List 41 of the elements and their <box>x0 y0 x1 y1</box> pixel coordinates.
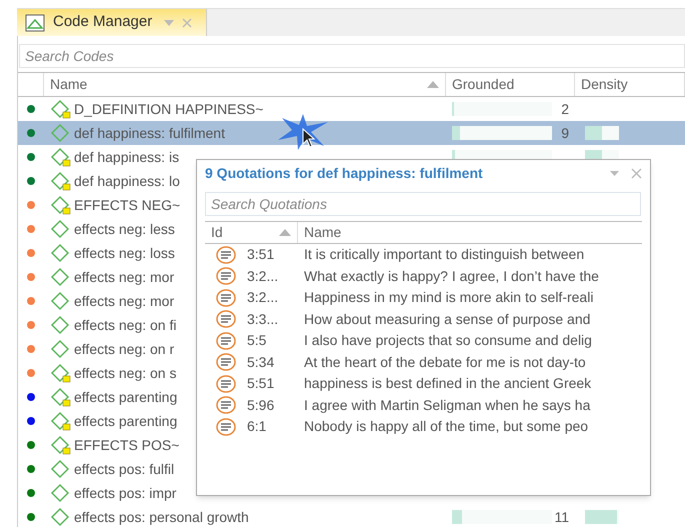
code-name: D_DEFINITION HAPPINESS~ <box>74 100 264 119</box>
quotation-id: 3:51 <box>247 245 276 264</box>
quotation-id: 3:2... <box>247 266 280 286</box>
code-name: EFFECTS POS~ <box>74 436 180 454</box>
code-name: effects neg: mor <box>74 292 174 311</box>
code-name: effects neg: on s <box>74 364 176 383</box>
code-name: effects pos: impr <box>74 484 176 503</box>
quotation-text: How about measuring a sense of purpose and <box>304 310 590 329</box>
quotation-text: Happiness in my mind is more akin to self-reali <box>304 288 594 308</box>
quotation-text: It is critically important to distinguish between <box>304 245 584 264</box>
grounded-count: 2 <box>561 100 569 118</box>
code-name: effects neg: less <box>74 220 175 239</box>
code-name: effects parenting <box>74 388 178 407</box>
quotation-id: 5:34 <box>247 352 276 372</box>
tab-title: Code Manager <box>53 12 152 32</box>
code-name: effects neg: on r <box>74 340 174 359</box>
code-name: def happiness: lo <box>74 172 180 191</box>
quotation-id: 6:1 <box>247 417 268 436</box>
popup-title: 9 Quotations for def happiness: fulfilment <box>205 164 483 183</box>
code-name: EFFECTS NEG~ <box>74 196 180 214</box>
quotation-id: 5:96 <box>247 396 276 415</box>
grounded-count: 11 <box>554 508 569 526</box>
quotation-id: 3:3... <box>247 310 280 329</box>
quotation-text: Nobody is happy all of the time, but some peo <box>304 417 588 436</box>
quotation-id: 3:2... <box>247 288 280 308</box>
quotation-text: What exactly is happy? I agree, I don’t have the <box>304 266 599 286</box>
code-name: def happiness: fulfilment <box>74 124 225 143</box>
code-name: effects pos: fulfil <box>74 460 174 479</box>
code-name: effects neg: mor <box>74 268 174 287</box>
quotation-text: I also have projects that so consume and delig <box>304 331 592 350</box>
quotation-text: At the heart of the debate for me is not day-to <box>304 352 586 372</box>
code-name: def happiness: is <box>74 148 180 167</box>
code-name: effects neg: on fi <box>74 316 176 335</box>
quotation-id: 5:51 <box>247 374 276 394</box>
quotation-text: happiness is best defined in the ancient Greek <box>304 374 592 394</box>
code-name: effects pos: personal growth <box>74 508 249 527</box>
code-name: effects neg: loss <box>74 244 175 263</box>
quotation-id: 5:5 <box>247 331 268 350</box>
quotation-text: I agree with Martin Seligman when he says ha <box>304 396 590 415</box>
grounded-count: 9 <box>561 124 569 142</box>
code-name: effects parenting <box>74 412 178 431</box>
